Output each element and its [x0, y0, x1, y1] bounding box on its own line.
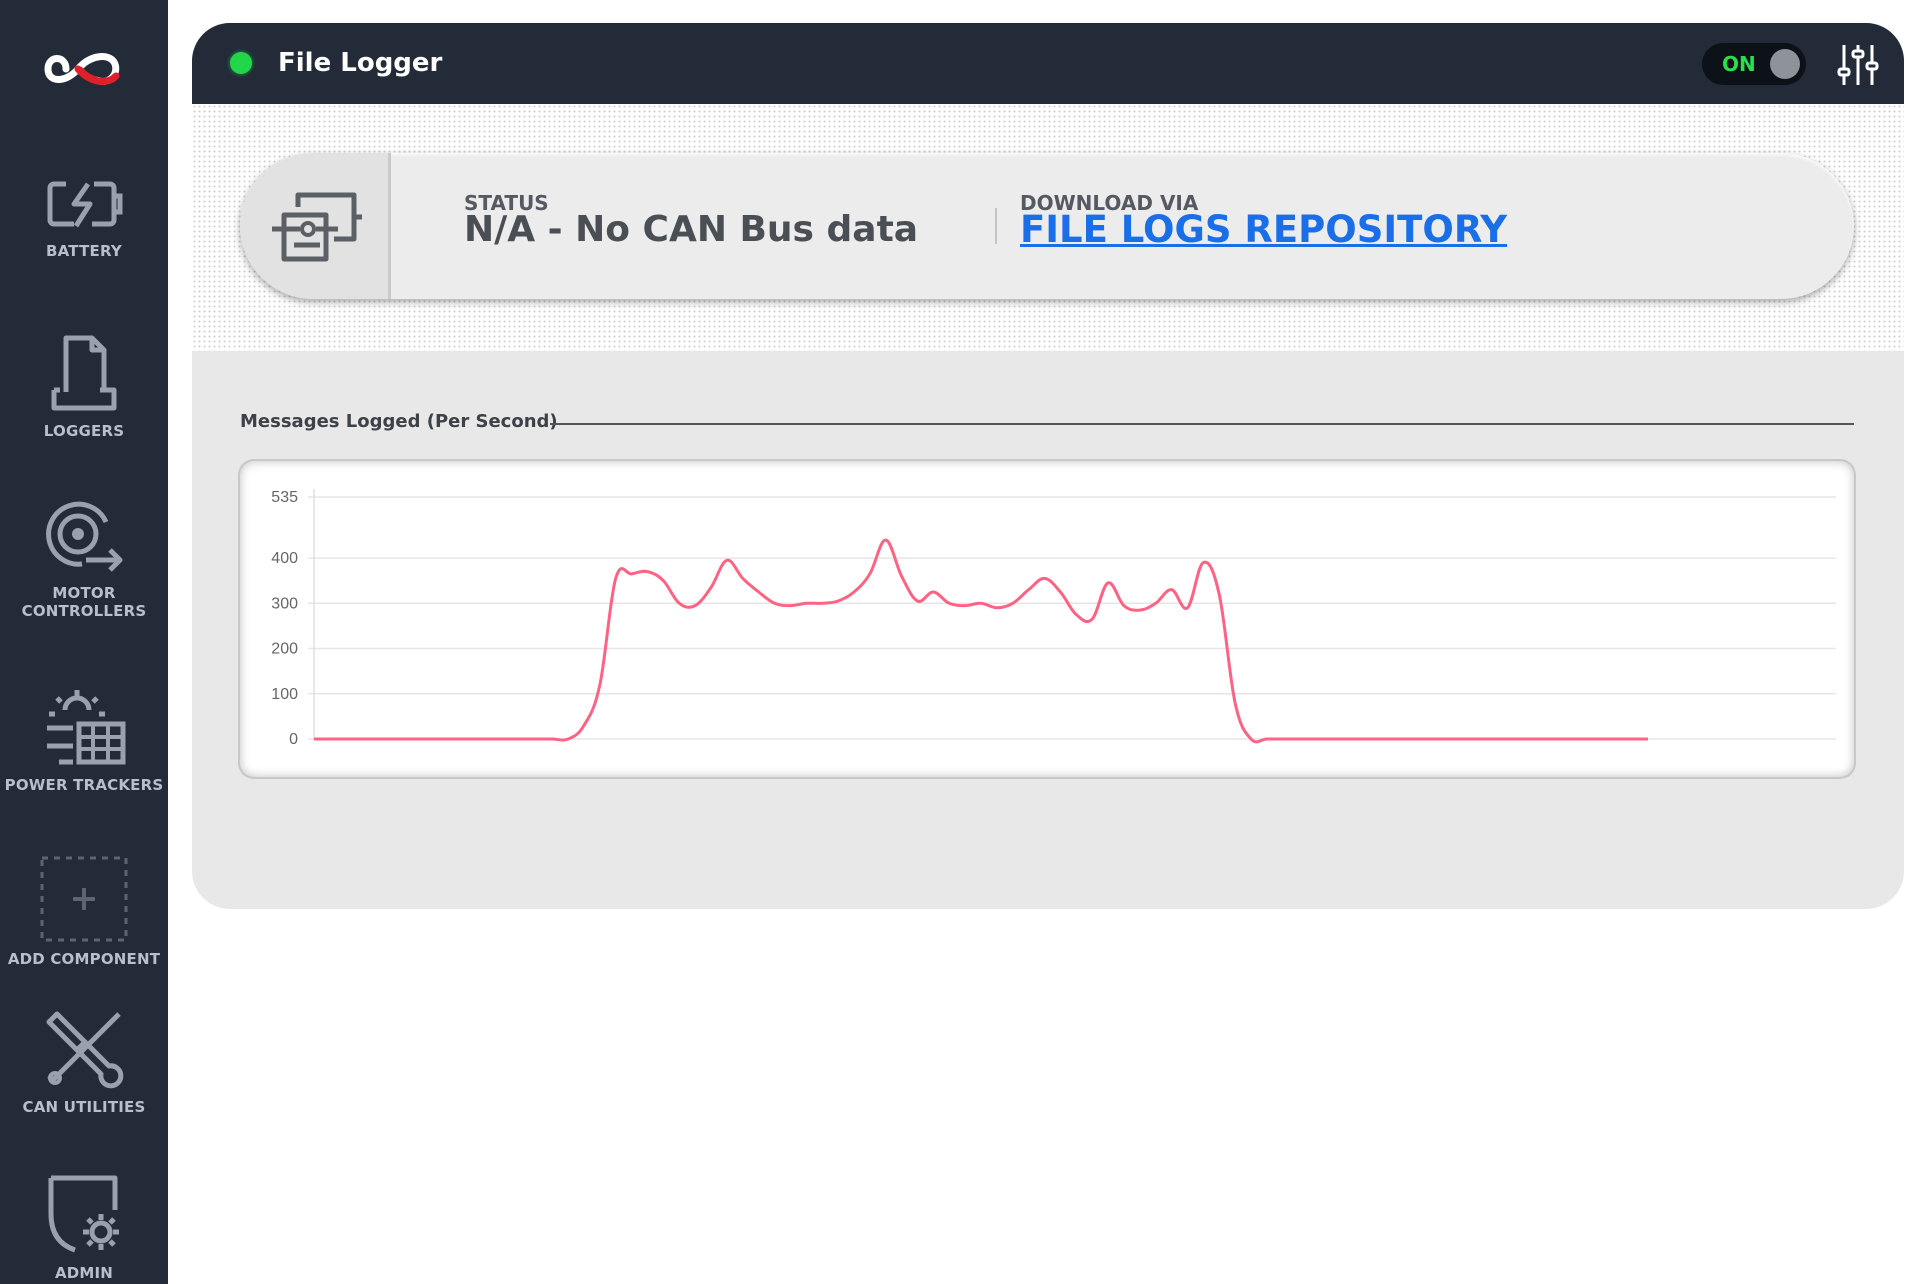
y-tick-label: 535 [271, 489, 298, 506]
tools-icon [46, 1011, 124, 1089]
sidebar-item-label: CAN UTILITIES [22, 1098, 146, 1116]
sidebar-item-loggers[interactable]: LOGGERS [0, 332, 168, 440]
y-tick-label: 300 [271, 595, 298, 612]
y-tick-label: 100 [271, 686, 298, 703]
y-tick-label: 0 [289, 731, 298, 748]
sidebar-item-label-line2: CONTROLLERS [21, 602, 147, 620]
status-panel: STATUS N/A - No CAN Bus data DOWNLOAD VI… [240, 153, 1854, 299]
sidebar: BATTERY LOGGERS MOTOR CONTROLLERS POWER … [0, 0, 168, 1284]
sidebar-item-label: BATTERY [46, 242, 122, 260]
file-logs-repository-link[interactable]: FILE LOGS REPOSITORY [1020, 209, 1507, 251]
solar-panel-icon [47, 690, 126, 765]
sidebar-item-can-utilities[interactable]: CAN UTILITIES [0, 1006, 168, 1116]
toggle-label: ON [1722, 52, 1756, 76]
sidebar-item-label: MOTOR [52, 584, 116, 602]
y-tick-label: 200 [271, 641, 298, 658]
status-value: N/A - No CAN Bus data [464, 209, 919, 250]
sidebar-item-label: ADD COMPONENT [7, 950, 161, 968]
settings-sliders-icon[interactable] [1836, 43, 1880, 87]
sidebar-item-label: ADMIN [54, 1264, 114, 1282]
admin-settings-icon [48, 1175, 119, 1253]
add-component-icon [40, 856, 128, 942]
app-logo-icon[interactable] [36, 42, 132, 96]
section-divider [550, 423, 1854, 425]
status-icon-box [240, 153, 391, 299]
y-tick-label: 400 [271, 550, 298, 567]
sidebar-item-power-trackers[interactable]: POWER TRACKERS [0, 688, 168, 794]
sidebar-item-admin[interactable]: ADMIN [0, 1174, 168, 1282]
sidebar-item-motor-controllers[interactable]: MOTOR CONTROLLERS [0, 498, 168, 620]
status-band: STATUS N/A - No CAN Bus data DOWNLOAD VI… [192, 104, 1904, 351]
sidebar-item-label: POWER TRACKERS [4, 776, 164, 794]
sidebar-item-battery[interactable]: BATTERY [0, 176, 168, 260]
chart-section-title: Messages Logged (Per Second) [240, 411, 558, 432]
file-logger-card: File Logger ON STATUS N/A - No CAN Bus d… [192, 23, 1904, 909]
motor-icon [46, 501, 123, 572]
logger-file-icon [51, 335, 117, 411]
online-status-dot [230, 52, 252, 74]
series-line-messages-per-second [314, 538, 1648, 744]
toggle-knob [1770, 49, 1800, 79]
card-header: File Logger ON [192, 23, 1904, 104]
sidebar-item-add-component[interactable]: ADD COMPONENT [0, 854, 168, 968]
divider [995, 208, 997, 244]
page-title: File Logger [278, 48, 443, 78]
can-connector-icon [272, 192, 362, 262]
messages-chart-panel: 0 100 200 300 400 535 [240, 461, 1854, 777]
battery-icon [47, 181, 123, 228]
sidebar-item-label: LOGGERS [43, 422, 125, 440]
messages-logged-chart: 0 100 200 300 400 535 [271, 489, 1836, 748]
power-toggle[interactable]: ON [1702, 43, 1806, 85]
